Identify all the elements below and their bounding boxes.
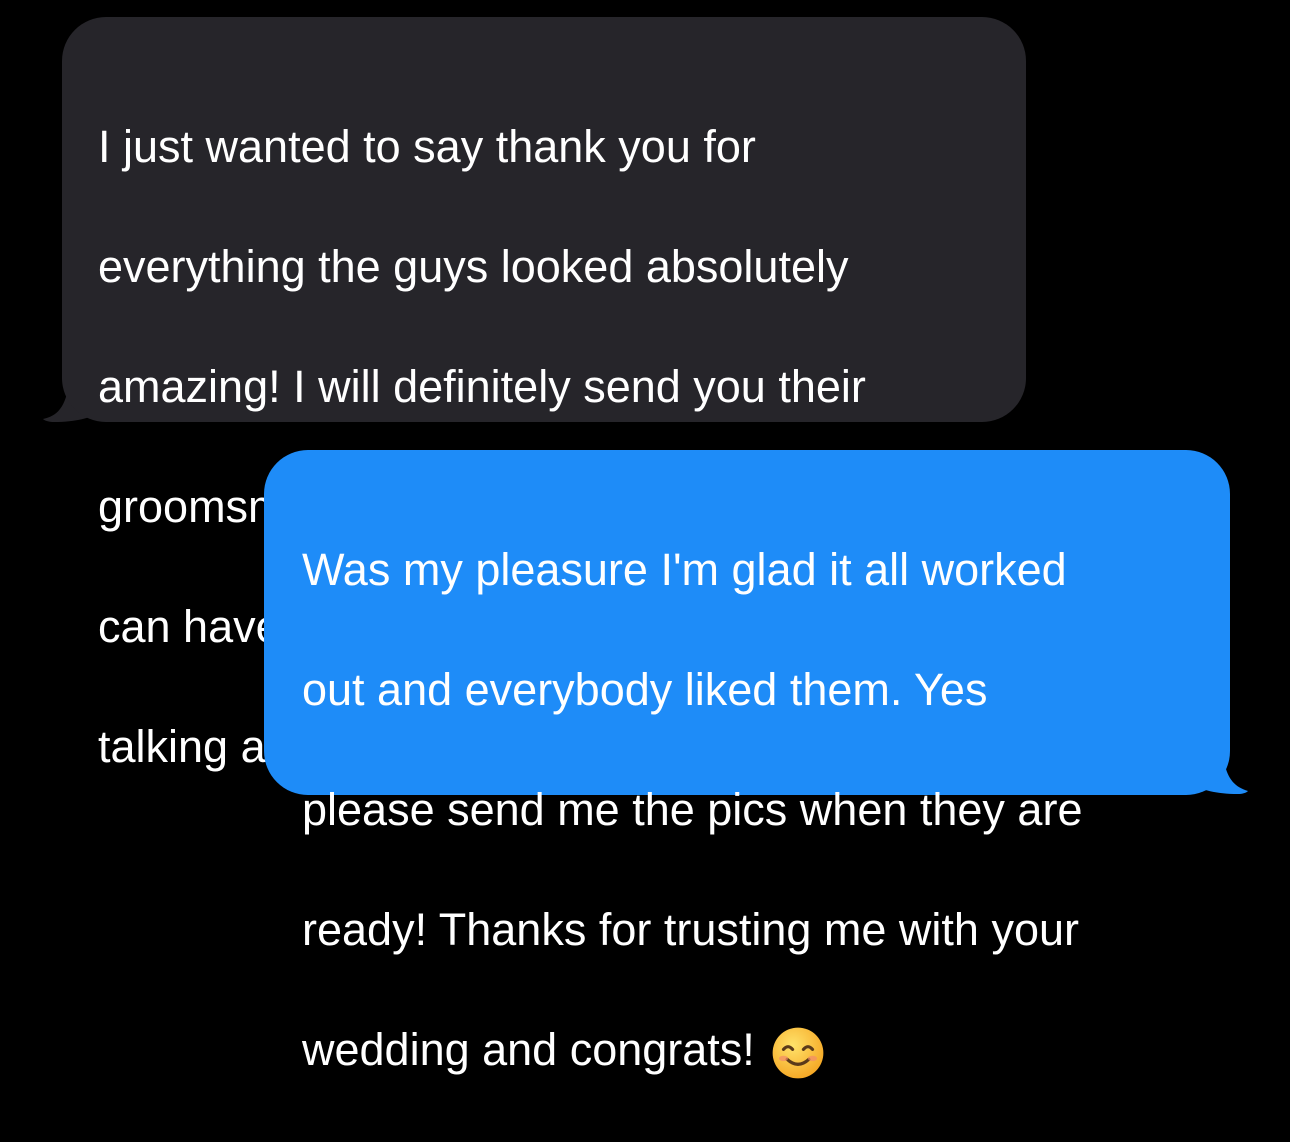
message-line-last: wedding and congrats! — [302, 1020, 1210, 1082]
message-text: wedding and congrats! — [302, 1024, 755, 1075]
message-line: everything the guys looked absolutely — [98, 241, 849, 292]
message-line: Was my pleasure I'm glad it all worked — [302, 544, 1067, 595]
message-line: amazing! I will definitely send you thei… — [98, 361, 866, 412]
sent-message-bubble[interactable]: Was my pleasure I'm glad it all worked o… — [264, 450, 1230, 1079]
message-line: I just wanted to say thank you for — [98, 121, 756, 172]
smiling-face-icon — [772, 1027, 824, 1079]
received-message-bubble[interactable]: I just wanted to say thank you for every… — [62, 17, 1026, 775]
emoji-group — [769, 1024, 827, 1082]
message-line: out and everybody liked them. Yes — [302, 664, 988, 715]
message-line: please send me the pics when they are — [302, 784, 1083, 835]
message-line: ready! Thanks for trusting me with your — [302, 904, 1079, 955]
